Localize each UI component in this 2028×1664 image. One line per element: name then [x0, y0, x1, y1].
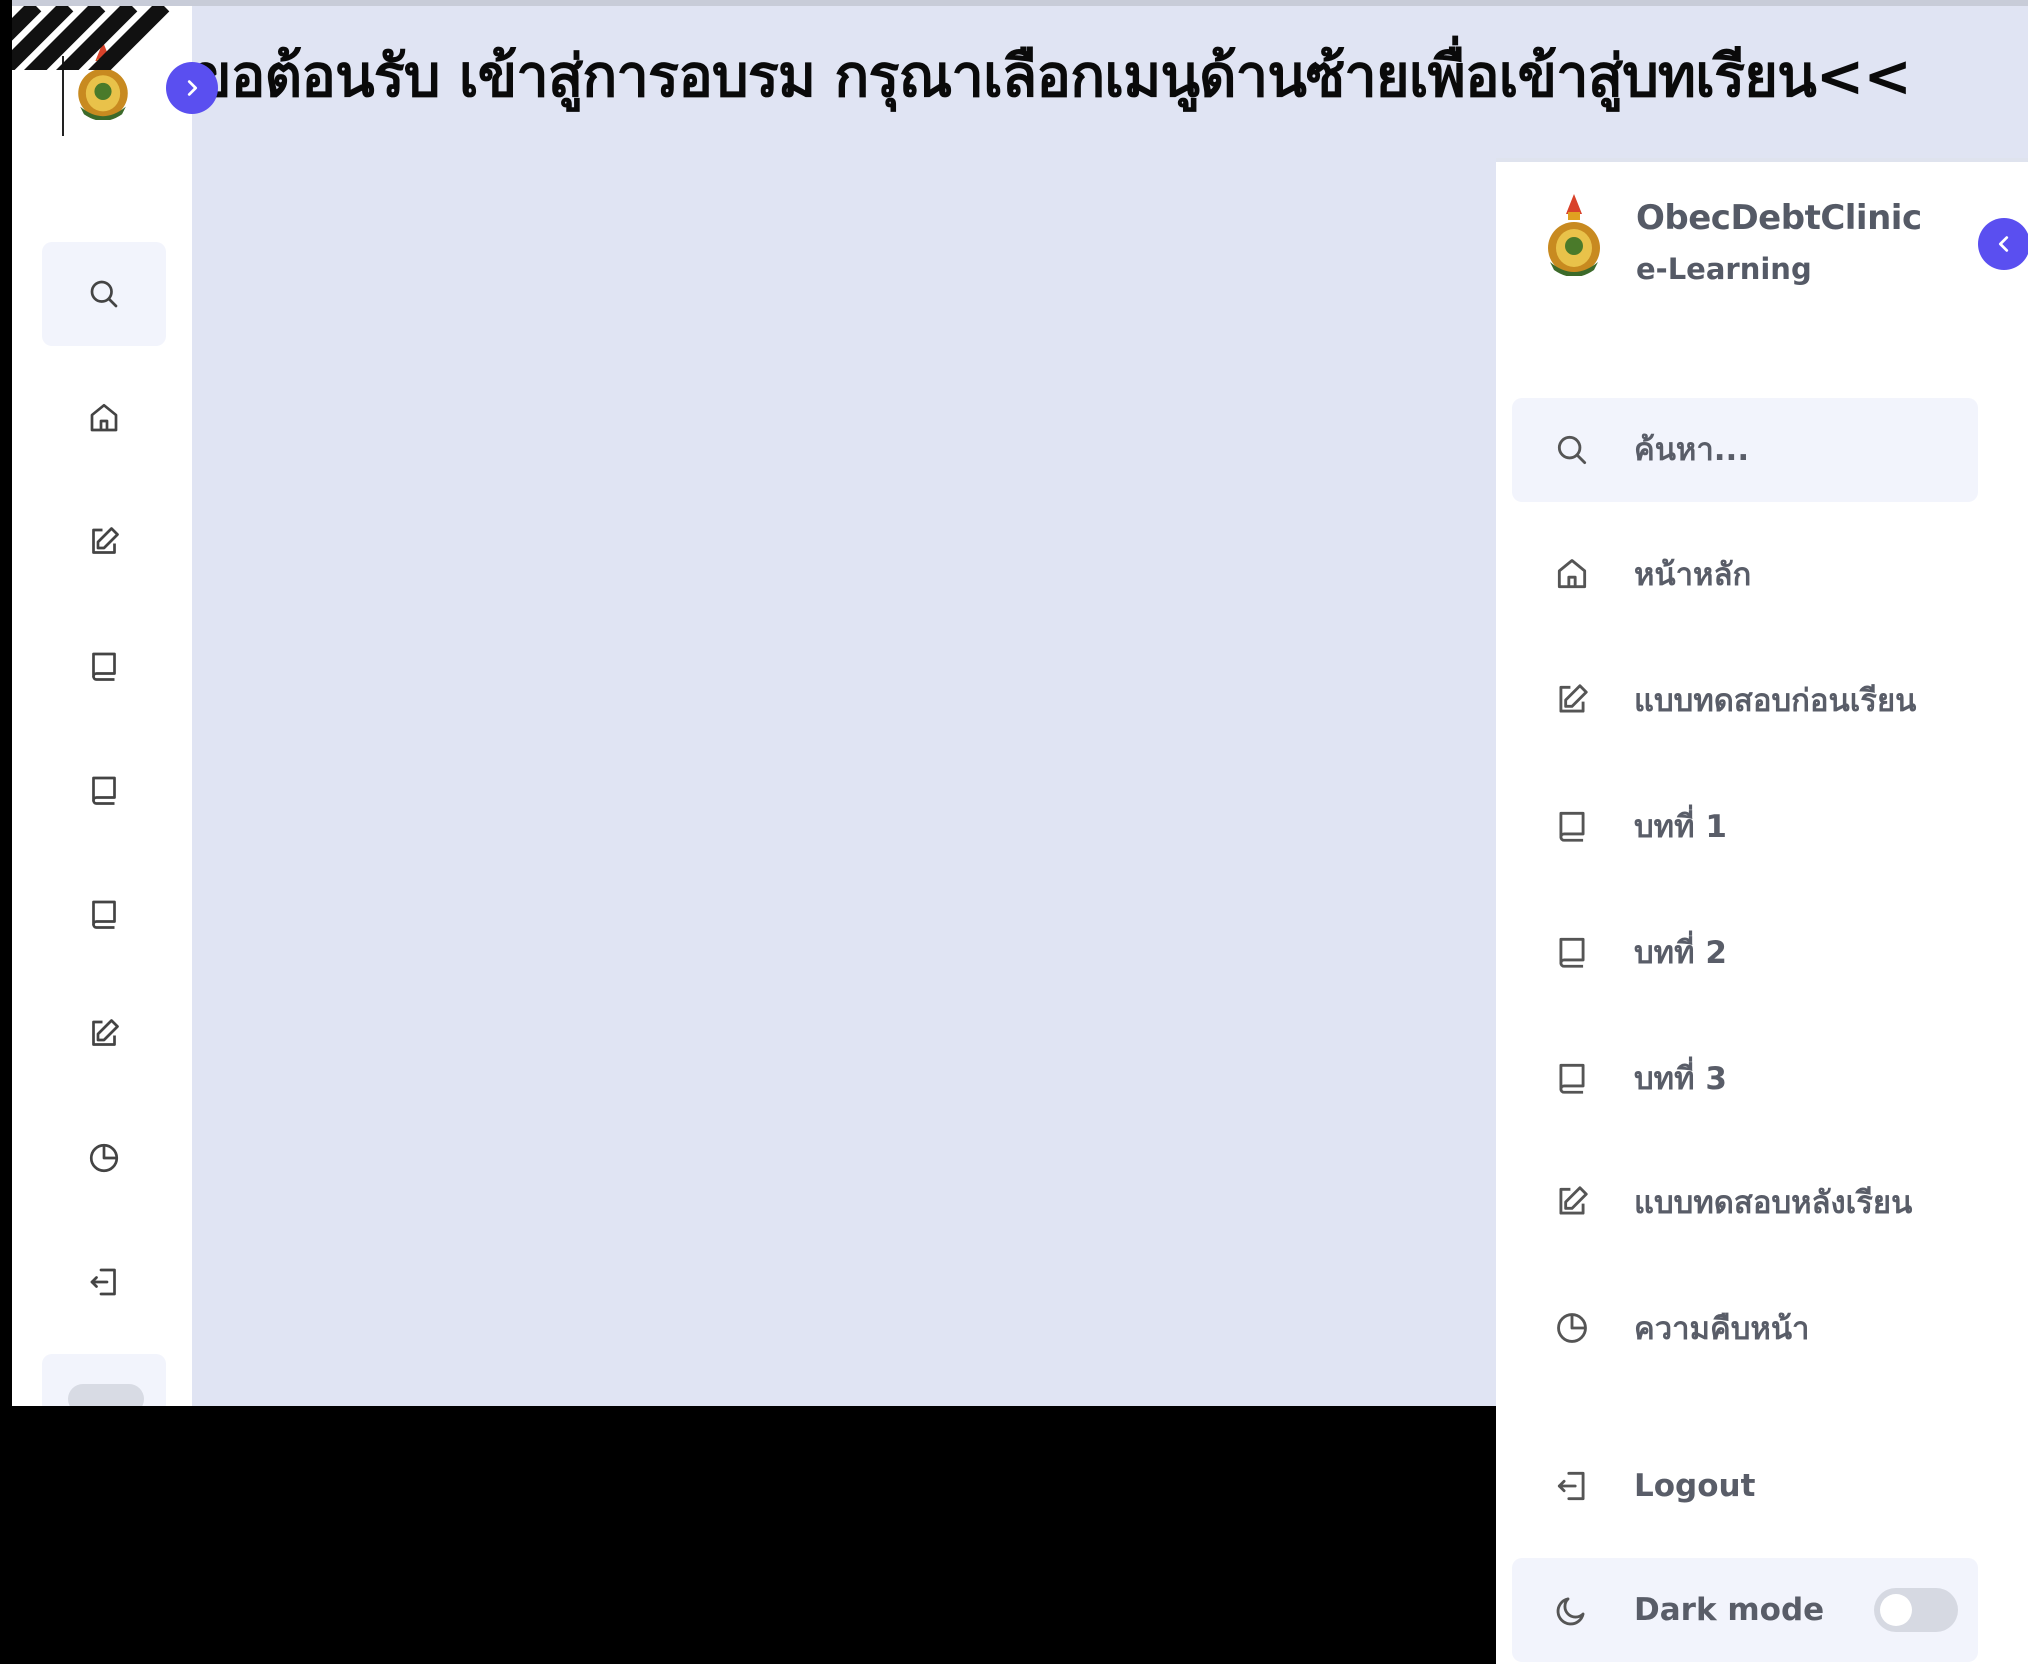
- mini-dark-mode-row: [42, 1354, 166, 1406]
- dark-mode-row: Dark mode: [1512, 1558, 1978, 1662]
- search-input[interactable]: [1634, 432, 1934, 468]
- expanded-sidebar: ObecDebtClinic e-Learning หน้าหลัก แบบทด…: [1496, 158, 2028, 1664]
- pie-chart-icon: [89, 1143, 119, 1173]
- screen: ขอต้อนรับ เข้าสู่การอบรม กรุณาเลือกเมนูด…: [0, 0, 2028, 1664]
- mini-search-button[interactable]: [42, 242, 166, 346]
- mini-chapter-2-button[interactable]: [42, 738, 166, 842]
- dark-mode-toggle[interactable]: [1874, 1588, 1958, 1632]
- mini-dark-mode-toggle[interactable]: [68, 1384, 144, 1406]
- sidebar-item-home[interactable]: หน้าหลัก: [1512, 522, 1978, 626]
- edit-icon: [1552, 680, 1592, 720]
- search-icon: [90, 280, 118, 308]
- sidebar-item-label: หน้าหลัก: [1634, 557, 1752, 593]
- dark-mode-label: Dark mode: [1634, 1592, 1825, 1628]
- brand-subtitle: e-Learning: [1636, 252, 1812, 286]
- book-icon: [92, 900, 116, 929]
- mini-progress-button[interactable]: [42, 1106, 166, 1210]
- book-icon: [1552, 1058, 1592, 1098]
- sidebar-item-label: แบบทดสอบก่อนเรียน: [1634, 683, 1917, 719]
- sidebar-item-chapter-2[interactable]: บทที่ 2: [1512, 900, 1978, 1004]
- collapse-sidebar-button[interactable]: [1978, 218, 2028, 270]
- top-bar: ขอต้อนรับ เข้าสู่การอบรม กรุณาเลือกเมนูด…: [12, 6, 2028, 156]
- mini-home-button[interactable]: [42, 366, 166, 470]
- edit-icon: [92, 1019, 119, 1046]
- sidebar-item-label: บทที่ 3: [1634, 1061, 1727, 1097]
- book-icon: [92, 652, 116, 681]
- logout-icon: [1552, 1466, 1592, 1506]
- mini-chapter-1-button[interactable]: [42, 614, 166, 718]
- sidebar-item-label: บทที่ 1: [1634, 809, 1727, 845]
- mini-logout-button[interactable]: [42, 1230, 166, 1334]
- mini-posttest-button[interactable]: [42, 982, 166, 1086]
- mini-pretest-button[interactable]: [42, 490, 166, 594]
- pie-chart-icon: [1552, 1308, 1592, 1348]
- sidebar-item-logout[interactable]: Logout: [1512, 1434, 1978, 1538]
- chevron-right-icon: [187, 80, 198, 96]
- welcome-banner: ขอต้อนรับ เข้าสู่การอบรม กรุณาเลือกเมนูด…: [192, 42, 1912, 110]
- collapsed-sidebar: [12, 6, 218, 1406]
- chevron-left-icon: [1998, 236, 2009, 252]
- sidebar-item-posttest[interactable]: แบบทดสอบหลังเรียน: [1512, 1150, 1978, 1254]
- sidebar-item-label: แบบทดสอบหลังเรียน: [1634, 1185, 1913, 1221]
- book-icon: [1552, 932, 1592, 972]
- search-box: [1512, 398, 1978, 502]
- home-icon: [1552, 554, 1592, 594]
- toggle-knob: [1880, 1594, 1912, 1626]
- sidebar-item-pretest[interactable]: แบบทดสอบก่อนเรียน: [1512, 648, 1978, 752]
- book-icon: [1552, 806, 1592, 846]
- sidebar-item-label: Logout: [1634, 1468, 1756, 1504]
- logout-icon: [90, 1268, 116, 1296]
- sidebar-header: ObecDebtClinic e-Learning: [1496, 162, 2028, 322]
- sidebar-item-chapter-3[interactable]: บทที่ 3: [1512, 1026, 1978, 1130]
- sidebar-item-chapter-1[interactable]: บทที่ 1: [1512, 774, 1978, 878]
- moon-icon: [1552, 1590, 1592, 1630]
- corner-stripes: [12, 6, 190, 70]
- mini-chapter-3-button[interactable]: [42, 862, 166, 966]
- sidebar-item-progress[interactable]: ความคืบหน้า: [1512, 1276, 1978, 1380]
- sidebar-item-label: ความคืบหน้า: [1634, 1311, 1810, 1347]
- logo-icon: [1548, 194, 1600, 276]
- brand-title: ObecDebtClinic: [1636, 198, 1922, 238]
- home-icon: [90, 403, 118, 432]
- search-icon: [1552, 430, 1592, 470]
- book-icon: [92, 776, 116, 805]
- sidebar-item-label: บทที่ 2: [1634, 935, 1727, 971]
- edit-icon: [1552, 1182, 1592, 1222]
- edit-icon: [92, 527, 119, 554]
